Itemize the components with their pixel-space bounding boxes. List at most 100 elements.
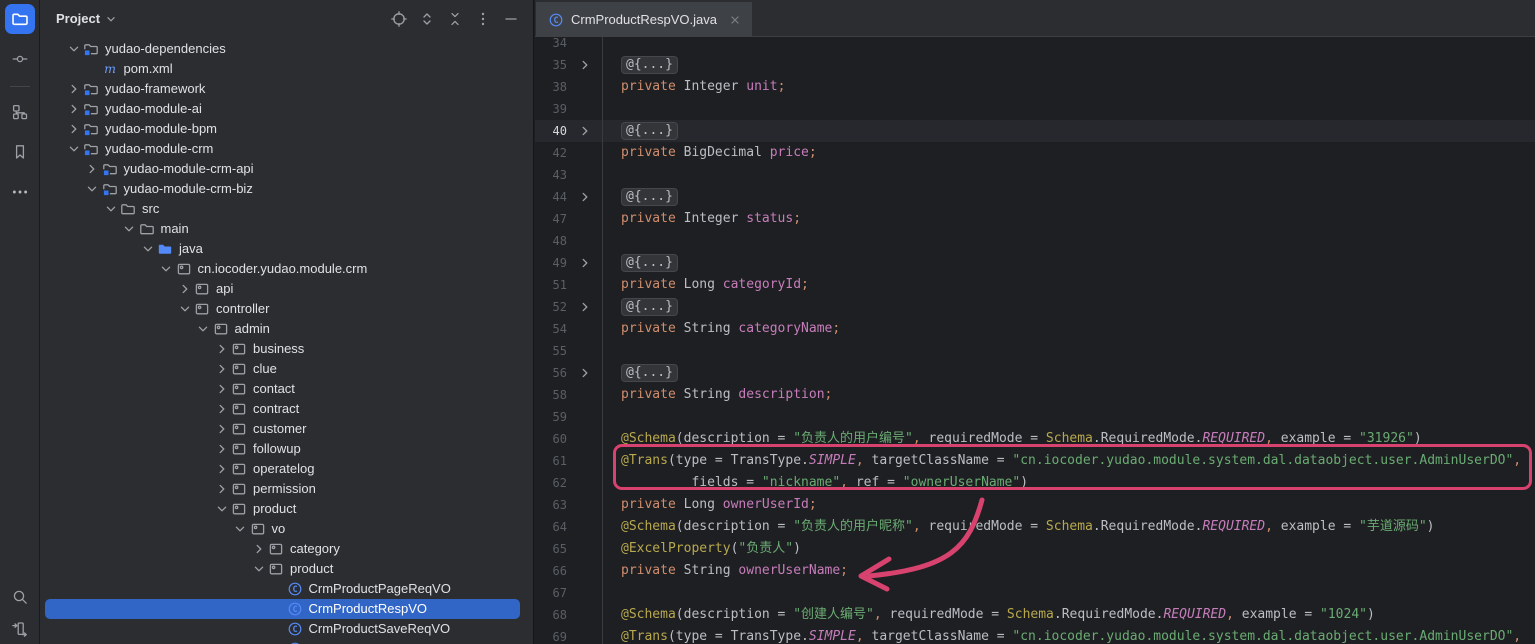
tree-item-crmproductpagereqvo[interactable]: CCrmProductPageReqVO [45, 579, 520, 599]
code-line-59[interactable]: 59 [535, 406, 1535, 428]
code-line-47[interactable]: 47private Integer status; [535, 208, 1535, 230]
code-line-51[interactable]: 51private Long categoryId; [535, 274, 1535, 296]
code-line-63[interactable]: 63private Long ownerUserId; [535, 494, 1535, 516]
gutter[interactable]: 49 [535, 252, 603, 274]
gutter[interactable]: 60 [535, 428, 603, 450]
chevron-collapsed-icon[interactable] [212, 481, 231, 497]
tree-item-category[interactable]: category [45, 539, 520, 559]
code-line-52[interactable]: 52@{...} [535, 296, 1535, 318]
chevron-collapsed-icon[interactable] [212, 461, 231, 477]
tree-item-product[interactable]: product [45, 499, 520, 519]
chevron-collapsed-icon[interactable] [212, 381, 231, 397]
chevron-expanded-icon[interactable] [64, 141, 83, 157]
code-line-54[interactable]: 54private String categoryName; [535, 318, 1535, 340]
fold-arrow-icon[interactable] [567, 186, 602, 208]
tree-item-cn.iocoder.yudao.module.crm[interactable]: cn.iocoder.yudao.module.crm [45, 259, 520, 279]
fold-arrow-icon[interactable] [567, 252, 602, 274]
tree-item-admin[interactable]: admin [45, 319, 520, 339]
tree-item-followup[interactable]: followup [45, 439, 520, 459]
editor-tab[interactable]: C CrmProductRespVO.java [536, 2, 752, 37]
gutter[interactable]: 44 [535, 186, 603, 208]
chevron-expanded-icon[interactable] [101, 201, 120, 217]
gutter[interactable]: 62 [535, 472, 603, 494]
gutter[interactable]: 61 [535, 450, 603, 472]
folded-region[interactable]: @{...} [621, 298, 678, 316]
structure-icon[interactable] [5, 97, 35, 127]
close-tab-icon[interactable] [728, 13, 742, 27]
gutter[interactable]: 48 [535, 230, 603, 252]
tree-item-business[interactable]: business [45, 339, 520, 359]
fold-arrow-icon[interactable] [567, 120, 602, 142]
code-line-39[interactable]: 39 [535, 98, 1535, 120]
tree-item-contract[interactable]: contract [45, 399, 520, 419]
code-line-66[interactable]: 66private String ownerUserName; [535, 560, 1535, 582]
gutter[interactable]: 65 [535, 538, 603, 560]
code-line-58[interactable]: 58private String description; [535, 384, 1535, 406]
gutter[interactable]: 54 [535, 318, 603, 340]
gutter[interactable]: 68 [535, 604, 603, 626]
tree-item-clue[interactable]: clue [45, 359, 520, 379]
gutter[interactable]: 40 [535, 120, 603, 142]
fold-arrow-icon[interactable] [567, 54, 602, 76]
gutter[interactable]: 55 [535, 340, 603, 362]
tree-item-product[interactable]: product [45, 559, 520, 579]
code-line-48[interactable]: 48 [535, 230, 1535, 252]
code-line-44[interactable]: 44@{...} [535, 186, 1535, 208]
tree-item-yudao-module-ai[interactable]: yudao-module-ai [45, 99, 520, 119]
chevron-collapsed-icon[interactable] [212, 441, 231, 457]
chevron-collapsed-icon[interactable] [175, 281, 194, 297]
tree-item-src[interactable]: src [45, 199, 520, 219]
chevron-collapsed-icon[interactable] [212, 361, 231, 377]
chevron-expanded-icon[interactable] [83, 181, 102, 197]
chevron-collapsed-icon[interactable] [212, 341, 231, 357]
tree-item-vo[interactable]: vo [45, 519, 520, 539]
chevron-collapsed-icon[interactable] [212, 401, 231, 417]
folded-region[interactable]: @{...} [621, 56, 678, 74]
chevron-expanded-icon[interactable] [120, 221, 139, 237]
gutter[interactable]: 34 [535, 37, 603, 54]
code-line-35[interactable]: 35@{...} [535, 54, 1535, 76]
code-line-69[interactable]: 69@Trans(type = TransType.SIMPLE, target… [535, 626, 1535, 644]
tree-item-yudao-dependencies[interactable]: yudao-dependencies [45, 39, 520, 59]
tree-item-operatelog[interactable]: operatelog [45, 459, 520, 479]
more-tools-icon[interactable] [5, 177, 35, 207]
code-line-60[interactable]: 60@Schema(description = "负责人的用户编号", requ… [535, 428, 1535, 450]
gutter[interactable]: 51 [535, 274, 603, 296]
code-editor[interactable]: 3435@{...}38private Integer unit;3940@{.… [535, 37, 1535, 644]
locate-file-icon[interactable] [391, 11, 407, 27]
code-line-62[interactable]: 62 fields = "nickname", ref = "ownerUser… [535, 472, 1535, 494]
gutter[interactable]: 63 [535, 494, 603, 516]
project-tool-icon[interactable] [5, 4, 35, 34]
tree-item-crmproductrespvo[interactable]: CCrmProductRespVO [45, 599, 520, 619]
chevron-expanded-icon[interactable] [64, 41, 83, 57]
folded-region[interactable]: @{...} [621, 254, 678, 272]
code-line-40[interactable]: 40@{...} [535, 120, 1535, 142]
chevron-collapsed-icon[interactable] [212, 421, 231, 437]
code-line-55[interactable]: 55 [535, 340, 1535, 362]
tree-item-customer[interactable]: customer [45, 419, 520, 439]
expand-all-icon[interactable] [419, 11, 435, 27]
fold-arrow-icon[interactable] [567, 296, 602, 318]
bookmarks-icon[interactable] [5, 137, 35, 167]
tree-item-yudao-framework[interactable]: yudao-framework [45, 79, 520, 99]
gutter[interactable]: 67 [535, 582, 603, 604]
code-line-56[interactable]: 56@{...} [535, 362, 1535, 384]
gutter[interactable]: 42 [535, 142, 603, 164]
chevron-expanded-icon[interactable] [157, 261, 176, 277]
gutter[interactable]: 59 [535, 406, 603, 428]
code-line-49[interactable]: 49 @{...} [535, 252, 1535, 274]
tree-item-yudao-module-crm[interactable]: yudao-module-crm [45, 139, 520, 159]
chevron-collapsed-icon[interactable] [83, 161, 102, 177]
search-icon[interactable] [5, 582, 35, 612]
tree-item-api[interactable]: api [45, 279, 520, 299]
chevron-expanded-icon[interactable] [249, 561, 268, 577]
collapse-all-icon[interactable] [447, 11, 463, 27]
chevron-collapsed-icon[interactable] [249, 541, 268, 557]
chevron-expanded-icon[interactable] [212, 501, 231, 517]
tree-item-crmproductsavereqvo[interactable]: CCrmProductSaveReqVO [45, 619, 520, 639]
chevron-collapsed-icon[interactable] [64, 121, 83, 137]
code-line-65[interactable]: 65@ExcelProperty("负责人") [535, 538, 1535, 560]
tree-item-permission[interactable]: permission [45, 479, 520, 499]
chevron-expanded-icon[interactable] [175, 301, 194, 317]
tree-item-yudao-module-crm-biz[interactable]: yudao-module-crm-biz [45, 179, 520, 199]
